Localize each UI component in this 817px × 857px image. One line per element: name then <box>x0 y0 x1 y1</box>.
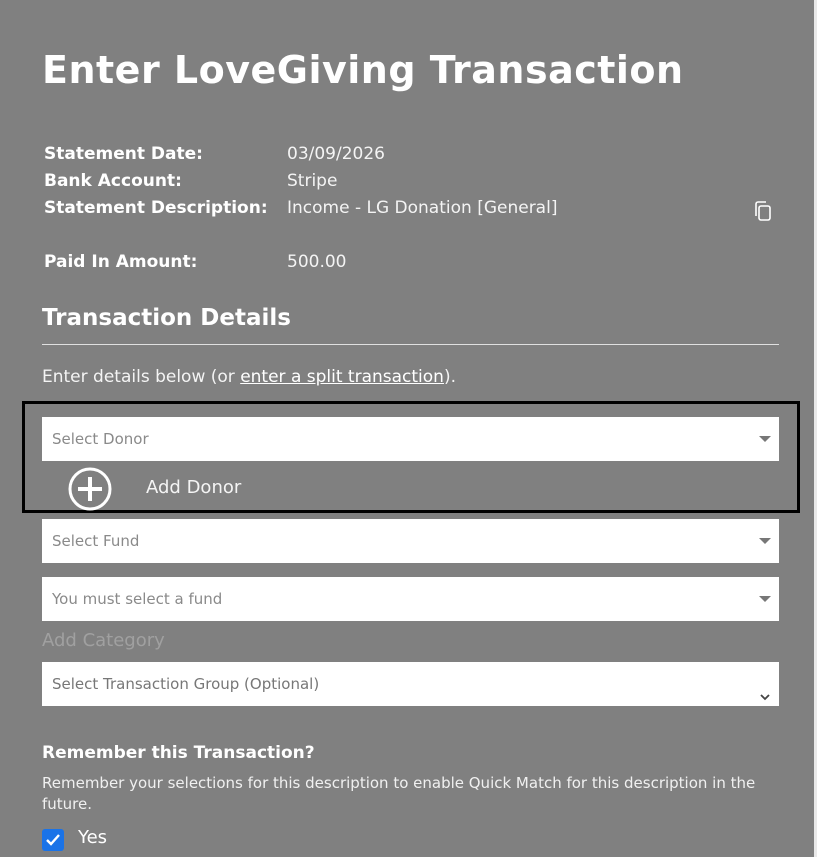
add-donor-label: Add Donor <box>146 477 242 498</box>
page-title: Enter LoveGiving Transaction <box>42 48 684 92</box>
transaction-group-placeholder: Select Transaction Group (Optional) <box>52 675 320 693</box>
subfund-select[interactable]: You must select a fund <box>42 577 779 621</box>
transaction-group-select[interactable]: Select Transaction Group (Optional) <box>42 662 779 706</box>
caret-down-icon <box>759 596 771 602</box>
bank-account-value: Stripe <box>287 171 338 191</box>
intro-prefix: Enter details below (or <box>42 367 241 387</box>
remember-yes-label[interactable]: Yes <box>78 827 107 848</box>
statement-description-value: Income - LG Donation [General] <box>287 198 558 218</box>
section-divider <box>42 344 779 345</box>
chevron-down-icon <box>759 676 771 701</box>
caret-down-icon <box>759 436 771 442</box>
remember-transaction-heading: Remember this Transaction? <box>42 743 315 763</box>
split-transaction-link[interactable]: enter a split transaction <box>240 367 444 387</box>
fund-select[interactable]: Select Fund <box>42 519 779 563</box>
caret-down-icon <box>759 538 771 544</box>
plus-circle-icon <box>68 467 112 511</box>
checkmark-icon <box>46 834 60 846</box>
paid-in-amount-label: Paid In Amount: <box>44 252 198 272</box>
remember-transaction-description: Remember your selections for this descri… <box>42 774 756 813</box>
statement-description-label: Statement Description: <box>44 198 268 218</box>
intro-suffix: ). <box>443 367 457 387</box>
copy-icon[interactable] <box>754 200 772 222</box>
donor-select[interactable]: Select Donor <box>42 417 779 461</box>
paid-in-amount-value: 500.00 <box>287 252 347 272</box>
bank-account-label: Bank Account: <box>44 171 182 191</box>
remember-yes-checkbox[interactable] <box>42 829 64 851</box>
statement-date-value: 03/09/2026 <box>287 144 385 164</box>
transaction-details-heading: Transaction Details <box>42 305 291 331</box>
subfund-select-placeholder: You must select a fund <box>52 590 223 608</box>
statement-date-label: Statement Date: <box>44 144 203 164</box>
details-intro: Enter details below (or enter a split tr… <box>42 367 456 387</box>
add-category-link[interactable]: Add Category <box>42 630 165 651</box>
fund-select-placeholder: Select Fund <box>52 532 140 550</box>
donor-select-placeholder: Select Donor <box>52 430 149 448</box>
